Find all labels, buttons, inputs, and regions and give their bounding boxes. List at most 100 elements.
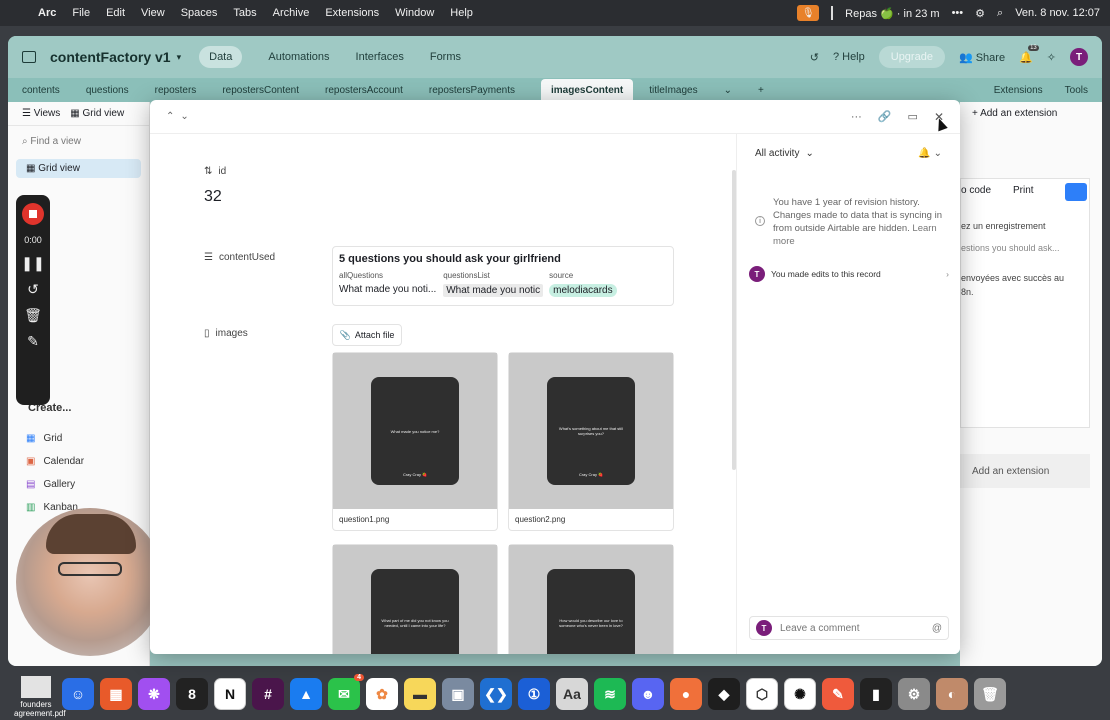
notifications-button[interactable]: 🔔 13 [1019,44,1039,64]
views-toggle[interactable]: ☰ Views [22,108,60,119]
chatgpt-icon[interactable]: ✺ [784,678,816,710]
previous-record-icon[interactable]: ⌃ [166,111,174,122]
chevron-down-icon[interactable]: ▾ [177,52,182,63]
menu-extensions[interactable]: Extensions [325,7,379,19]
add-extension-button-2[interactable]: Add an extension [960,454,1090,488]
create-calendar[interactable]: ▣ Calendar [26,450,84,473]
activity-entry[interactable]: T You made edits to this record › [749,266,949,282]
add-extension-button[interactable]: + Add an extension [972,108,1057,119]
table-tab-questions[interactable]: questions [86,85,129,96]
control-center-icon[interactable]: ⚙ [975,7,985,20]
app-orange-icon[interactable]: ● [670,678,702,710]
comments-toggle-icon[interactable]: ▭ [908,110,918,123]
notes-icon[interactable]: ▬ [404,678,436,710]
menu-tabs[interactable]: Tabs [233,7,256,19]
cube-app-icon[interactable]: ▮ [860,678,892,710]
history-icon[interactable]: ↺ [810,51,819,64]
copy-link-icon[interactable]: 🔗 [878,110,892,123]
run-button[interactable] [1065,183,1087,201]
tab-interfaces[interactable]: Interfaces [356,51,404,63]
mention-icon[interactable]: @ [932,623,942,634]
photos-icon[interactable]: ✿ [366,678,398,710]
avatar[interactable]: T [1070,48,1088,66]
attach-file-button[interactable]: 📎 Attach file [332,324,402,346]
webcam-bubble[interactable] [16,508,164,656]
attachment-thumbnail[interactable]: What made you notice me? Cray Cray 🍓 ques… [332,352,498,531]
tools-menu[interactable]: Tools [1065,85,1088,96]
restart-icon[interactable]: ↺ [27,281,39,297]
desktop-file[interactable]: founders agreement.pdf [14,676,66,718]
stop-record-button[interactable] [22,203,44,225]
code-button[interactable]: o code [961,185,991,196]
trash-icon[interactable]: 🗑 [24,307,42,323]
base-name[interactable]: contentFactory v1 [50,49,171,65]
font-book-icon[interactable]: Aa [556,678,588,710]
help-button[interactable]: ? Help [833,51,865,63]
menu-view[interactable]: View [141,7,165,19]
tab-automations[interactable]: Automations [268,51,329,63]
figma-icon[interactable]: ◆ [708,678,740,710]
pause-icon[interactable]: ❚❚ [21,255,44,271]
menu-file[interactable]: File [72,7,90,19]
table-tab-contents[interactable]: contents [22,85,60,96]
attachment-thumbnail[interactable]: How would you describe our love to someo… [508,544,674,654]
discord-icon[interactable]: ☻ [632,678,664,710]
activity-filter[interactable]: All activity ⌄ [755,148,814,159]
table-tab-imagescontent[interactable]: imagesContent [541,78,634,102]
apple-icon[interactable] [10,6,24,20]
menu-window[interactable]: Window [395,7,434,19]
print-button[interactable]: Print [1013,185,1034,196]
table-tab-repostersaccount[interactable]: repostersAccount [325,85,403,96]
table-tab-reposterscontent[interactable]: repostersContent [222,85,299,96]
chevron-down-icon[interactable]: ⌄ [724,85,732,96]
system-settings-icon[interactable]: ⚙ [898,678,930,710]
grid-view-switcher[interactable]: ▦ Grid view [70,108,124,119]
tab-forms[interactable]: Forms [430,51,461,63]
menu-help[interactable]: Help [450,7,473,19]
calculator-icon[interactable]: 8 [176,678,208,710]
notion-icon[interactable]: N [214,678,246,710]
base-icon[interactable] [22,51,36,63]
preview-icon[interactable]: ▣ [442,678,474,710]
attachment-thumbnail[interactable]: What part of me did you not know you nee… [332,544,498,654]
share-button[interactable]: 👥 Share [959,51,1005,64]
slack-icon[interactable]: # [252,678,284,710]
comment-input[interactable]: T Leave a comment @ [749,616,949,640]
recent-photo-icon[interactable]: ◐ [936,678,968,710]
find-view-input[interactable]: ⌕ Find a view [8,126,149,157]
microphone-icon[interactable]: 🎙 [797,5,820,21]
table-tab-reposterspayments[interactable]: repostersPayments [429,85,515,96]
table-tab-reposters[interactable]: reposters [155,85,197,96]
create-grid[interactable]: ▦ Grid [26,427,84,450]
upgrade-button[interactable]: Upgrade [878,46,945,68]
menu-archive[interactable]: Archive [273,7,310,19]
menu-app-name[interactable]: Arc [38,7,56,19]
table-tab-titleimages[interactable]: titleImages [649,85,697,96]
datetime[interactable]: Ven. 8 nov. 12:07 [1015,7,1100,19]
spotify-icon[interactable]: ≋ [594,678,626,710]
onepassword-icon[interactable]: ① [518,678,550,710]
launchpad-icon[interactable]: ▦ [100,678,132,710]
messages-icon[interactable]: ✉ 4 [328,674,364,710]
search-icon[interactable]: ⌕ [997,7,1003,20]
pen-icon[interactable]: ✎ [27,333,39,349]
pen-app-icon[interactable]: ✎ [822,678,854,710]
arc-icon[interactable]: ❋ [138,678,170,710]
sidebar-item-grid-view[interactable]: ▦ Grid view [16,159,141,178]
menu-edit[interactable]: Edit [106,7,125,19]
finder-icon[interactable]: ☺ [62,678,94,710]
attachment-thumbnail[interactable]: What's something about me that still sur… [508,352,674,531]
testflight-icon[interactable]: ▲ [290,678,322,710]
add-table-icon[interactable]: + [758,85,764,96]
id-value[interactable]: 32 [204,188,222,206]
extensions-button[interactable]: Extensions [994,85,1043,96]
ai-sparkle-icon[interactable]: ✧ [1047,51,1056,64]
cursor-app-icon[interactable]: ⬡ [746,678,778,710]
vscode-icon[interactable]: ❮❯ [480,678,512,710]
tab-data[interactable]: Data [199,46,243,68]
next-record-icon[interactable]: ⌄ [180,111,188,122]
create-gallery[interactable]: ▤ Gallery [26,473,84,496]
subscribe-bell-icon[interactable]: 🔔 ⌄ [918,148,942,159]
menu-spaces[interactable]: Spaces [181,7,218,19]
linked-record-card[interactable]: 5 questions you should ask your girlfrie… [332,246,674,306]
